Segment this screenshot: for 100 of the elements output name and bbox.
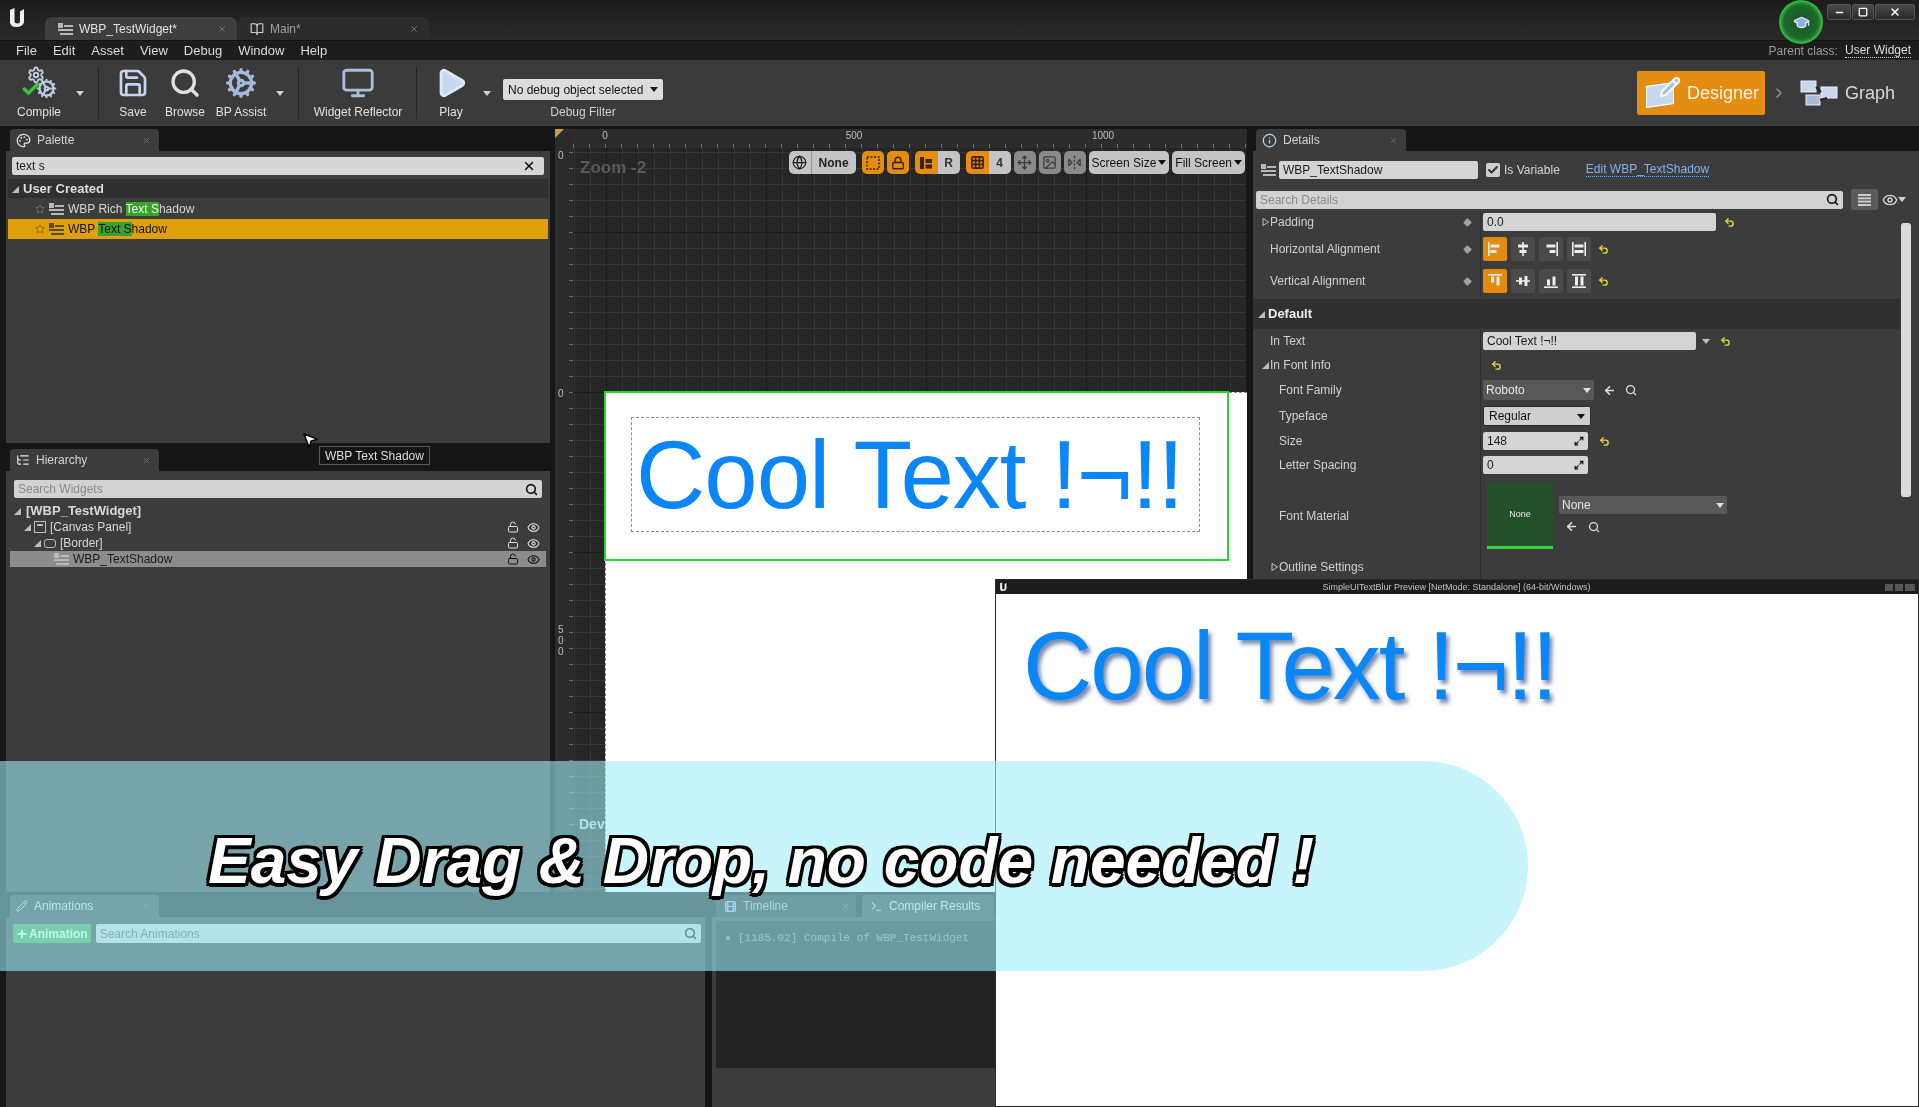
panel-tab[interactable]: Hierarchy xyxy=(10,449,159,471)
menu-item[interactable]: Help xyxy=(293,40,335,61)
triangle-icon[interactable] xyxy=(34,539,41,547)
material-thumbnail[interactable]: None xyxy=(1487,483,1553,549)
alignment-button[interactable] xyxy=(1567,237,1591,261)
reset-arrow-icon[interactable] xyxy=(1724,216,1735,228)
search-icon[interactable] xyxy=(525,482,538,496)
eye-icon[interactable] xyxy=(527,536,540,550)
category-header[interactable]: User Created xyxy=(8,179,548,198)
diamond-icon[interactable] xyxy=(1463,217,1472,227)
reset-arrow-icon[interactable] xyxy=(1720,335,1731,347)
toggle-button[interactable] xyxy=(914,151,938,174)
reset-arrow-icon[interactable] xyxy=(1491,359,1502,371)
section-header[interactable]: Default xyxy=(1253,299,1900,329)
triangle-icon[interactable] xyxy=(24,523,31,531)
dropdown[interactable]: None xyxy=(1559,496,1727,514)
menu-item[interactable]: Debug xyxy=(176,40,230,61)
maximize-button[interactable] xyxy=(1852,4,1874,20)
name-field[interactable]: WBP_TextShadow xyxy=(1279,160,1478,179)
alignment-button[interactable] xyxy=(1511,237,1535,261)
toggle-button[interactable] xyxy=(1063,151,1086,174)
toolbar-button[interactable]: Widget Reflector xyxy=(308,60,408,126)
diamond-icon[interactable] xyxy=(1463,244,1472,254)
value-button[interactable]: R xyxy=(937,151,960,174)
dropdown[interactable]: Screen Size xyxy=(1088,151,1170,174)
palette-item[interactable]: WBP Text Shadow xyxy=(8,219,548,239)
toggle-button[interactable] xyxy=(886,151,909,174)
caret-down-icon[interactable] xyxy=(276,90,284,96)
toggle-button[interactable] xyxy=(965,151,989,174)
tree-row[interactable]: [Canvas Panel] xyxy=(10,519,546,535)
menu-item[interactable]: Asset xyxy=(84,40,131,61)
triangle-icon[interactable] xyxy=(12,184,19,193)
checkbox[interactable] xyxy=(1486,162,1500,177)
edit-link[interactable]: Edit WBP_TextShadow xyxy=(1585,162,1710,177)
document-tab[interactable]: Main* xyxy=(237,17,429,40)
dropdown[interactable]: Regular xyxy=(1483,406,1591,426)
star-icon[interactable] xyxy=(35,204,45,214)
debug-object-dropdown[interactable]: No debug object selected xyxy=(503,79,663,100)
eye-icon[interactable] xyxy=(527,552,540,566)
graduation-cap-icon[interactable] xyxy=(1779,0,1823,44)
value-button[interactable]: 4 xyxy=(988,151,1011,174)
toggle-button[interactable] xyxy=(1013,151,1036,174)
triangle-icon[interactable] xyxy=(1262,218,1269,226)
mode-button[interactable]: Graph xyxy=(1792,71,1901,115)
search-field[interactable]: text s xyxy=(12,157,544,175)
drag-arrows-icon[interactable] xyxy=(1574,460,1584,470)
triangle-icon[interactable] xyxy=(1262,361,1269,369)
toolbar-button[interactable]: Play xyxy=(425,60,477,126)
alignment-button[interactable] xyxy=(1511,269,1535,293)
caret-down-icon[interactable] xyxy=(483,90,491,96)
triangle-icon[interactable] xyxy=(1258,310,1265,318)
globe-button[interactable] xyxy=(788,151,812,174)
reset-arrow-icon[interactable] xyxy=(1598,275,1609,287)
text-field[interactable]: Cool Text !¬!! xyxy=(1483,332,1696,350)
view-options-button[interactable] xyxy=(1851,189,1878,210)
triangle-icon[interactable] xyxy=(14,507,21,515)
alignment-button[interactable] xyxy=(1539,269,1563,293)
dropdown[interactable]: Fill Screen xyxy=(1172,151,1245,174)
toggle-button[interactable] xyxy=(861,151,884,174)
padlock-icon[interactable] xyxy=(507,537,519,549)
arrow-left-icon[interactable] xyxy=(1603,383,1616,397)
text-field[interactable]: 0.0 xyxy=(1483,213,1716,231)
toolbar-button[interactable]: Compile xyxy=(8,60,70,126)
caret-down-icon[interactable] xyxy=(1898,197,1906,202)
caret-down-icon[interactable] xyxy=(76,90,84,96)
tree-row[interactable]: [Border] xyxy=(10,535,546,551)
search-icon[interactable] xyxy=(1588,520,1600,533)
padlock-icon[interactable] xyxy=(507,553,519,565)
eye-icon[interactable] xyxy=(527,520,540,534)
panel-tab[interactable]: Palette xyxy=(10,129,159,151)
toggle-button[interactable] xyxy=(1038,151,1061,174)
menu-item[interactable]: View xyxy=(132,40,175,61)
alignment-button[interactable] xyxy=(1567,269,1591,293)
menu-item[interactable]: File xyxy=(9,40,44,61)
search-icon[interactable] xyxy=(1826,193,1839,206)
drag-arrows-icon[interactable] xyxy=(1574,436,1584,446)
number-field[interactable]: 148 xyxy=(1483,432,1588,450)
scrollbar[interactable] xyxy=(1901,223,1911,497)
tree-row[interactable]: WBP_TextShadow xyxy=(10,551,546,567)
caret-down-icon[interactable] xyxy=(1702,338,1710,344)
reset-arrow-icon[interactable] xyxy=(1599,435,1610,447)
toolbar-button[interactable]: BP Assist xyxy=(211,60,271,126)
close-icon[interactable] xyxy=(409,23,419,34)
padlock-icon[interactable] xyxy=(507,521,519,533)
number-field[interactable]: 0 xyxy=(1483,456,1588,474)
clear-icon[interactable] xyxy=(522,159,536,173)
panel-tab[interactable]: Details xyxy=(1256,129,1406,151)
menu-item[interactable]: Edit xyxy=(45,40,83,61)
toolbar-button[interactable]: Browse xyxy=(159,60,211,126)
arrow-left-icon[interactable] xyxy=(1565,520,1578,533)
dropdown[interactable]: Roboto xyxy=(1483,380,1594,400)
star-icon[interactable] xyxy=(35,224,45,234)
tree-row[interactable]: [WBP_TestWidget] xyxy=(10,503,546,519)
dropdown[interactable]: None xyxy=(811,151,856,174)
diamond-icon[interactable] xyxy=(1463,276,1472,286)
triangle-icon[interactable] xyxy=(1271,563,1278,571)
reset-arrow-icon[interactable] xyxy=(1598,243,1609,255)
toolbar-button[interactable]: Save xyxy=(107,60,159,126)
parent-class-link[interactable]: User Widget xyxy=(1844,43,1911,58)
alignment-button[interactable] xyxy=(1539,237,1563,261)
